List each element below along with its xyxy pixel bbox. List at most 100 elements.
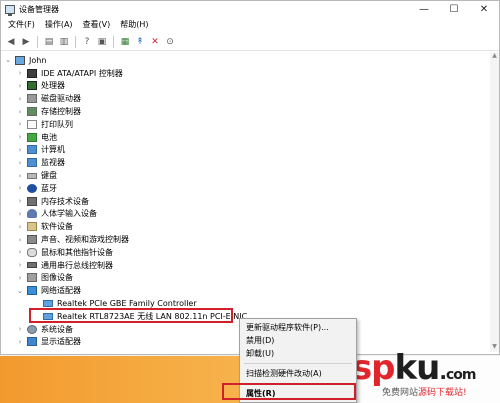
storage-controller-icon — [27, 107, 37, 117]
collapse-chevron-icon[interactable]: ⌄ — [16, 287, 24, 295]
tree-category[interactable]: › 存储控制器 — [0, 105, 488, 118]
computer-category-icon — [27, 145, 37, 155]
toolbar-separator — [113, 35, 114, 48]
tree-category[interactable]: › 监视器 — [0, 156, 488, 169]
expand-chevron-icon[interactable]: › — [16, 261, 24, 269]
keyboard-icon — [27, 172, 37, 179]
tree-category-network[interactable]: ⌄ 网络适配器 — [0, 284, 488, 297]
category-label: 存储控制器 — [41, 107, 81, 117]
scan-hardware-icon[interactable]: ▦ — [119, 36, 131, 48]
expand-chevron-icon[interactable]: › — [16, 197, 24, 205]
print-queue-icon — [27, 119, 37, 129]
tree-category[interactable]: › 磁盘驱动器 — [0, 92, 488, 105]
desktop-background — [0, 356, 240, 403]
tree-category[interactable]: › 打印队列 — [0, 118, 488, 131]
ide-controller-icon — [27, 68, 37, 78]
expand-chevron-icon[interactable]: › — [16, 274, 24, 282]
category-label: 电池 — [41, 132, 57, 142]
expand-chevron-icon[interactable]: › — [16, 133, 24, 141]
tree-category[interactable]: › 电池 — [0, 131, 488, 144]
expand-chevron-icon[interactable]: › — [16, 82, 24, 90]
expand-chevron-icon[interactable]: › — [16, 146, 24, 154]
category-label: 内存技术设备 — [41, 196, 89, 206]
expand-chevron-icon[interactable]: › — [16, 120, 24, 128]
help-icon[interactable]: ? — [81, 36, 93, 48]
tree-category[interactable]: › 内存技术设备 — [0, 195, 488, 208]
tree-category[interactable]: › 计算机 — [0, 144, 488, 157]
menu-help[interactable]: 帮助(H) — [115, 18, 153, 32]
vertical-scrollbar[interactable]: ▲ ▼ — [490, 52, 499, 352]
menu-scan-hardware[interactable]: 扫描检测硬件改动(A) — [240, 367, 356, 380]
expand-chevron-icon[interactable]: › — [16, 223, 24, 231]
expand-chevron-icon[interactable]: › — [16, 184, 24, 192]
category-label: 通用串行总线控制器 — [41, 260, 113, 270]
tree-category[interactable]: › 鼠标和其他指针设备 — [0, 246, 488, 259]
expand-chevron-icon[interactable]: › — [16, 159, 24, 167]
watermark-subtitle: 免费网站源码下载站! — [382, 385, 467, 398]
maximize-button[interactable]: ☐ — [439, 1, 469, 17]
expand-chevron-icon[interactable]: › — [16, 95, 24, 103]
expand-chevron-icon[interactable]: › — [16, 338, 24, 346]
network-card-icon — [43, 300, 53, 308]
toolbar-separator — [37, 35, 38, 48]
properties-icon[interactable]: ▤ — [43, 36, 55, 48]
battery-icon — [27, 132, 37, 142]
update-driver-icon[interactable]: ↟ — [134, 36, 146, 48]
menu-view[interactable]: 查看(V) — [78, 18, 116, 32]
menu-update-driver[interactable]: 更新驱动程序软件(P)... — [240, 321, 356, 334]
category-label: 声音、视频和游戏控制器 — [41, 235, 129, 245]
mouse-icon — [27, 247, 37, 257]
menu-uninstall[interactable]: 卸载(U) — [240, 347, 356, 360]
tree-category[interactable]: › 软件设备 — [0, 220, 488, 233]
watermark-sub-pre: 免费网站 — [382, 388, 419, 398]
toolbar-separator — [75, 35, 76, 48]
close-button[interactable]: ✕ — [469, 1, 499, 17]
category-label: 处理器 — [41, 81, 65, 91]
category-label: IDE ATA/ATAPI 控制器 — [41, 68, 123, 78]
forward-icon[interactable]: ▶ — [20, 36, 32, 48]
category-label: 计算机 — [41, 145, 65, 155]
tree-category[interactable]: › 声音、视频和游戏控制器 — [0, 233, 488, 246]
tree-category[interactable]: › 人体学输入设备 — [0, 208, 488, 221]
window-title: 设备管理器 — [19, 4, 59, 14]
category-label: 图像设备 — [41, 273, 73, 283]
monitor-icon — [27, 158, 37, 168]
category-label: 监视器 — [41, 158, 65, 168]
tree-root[interactable]: ⌄ John — [0, 54, 488, 67]
minimize-button[interactable]: — — [409, 1, 439, 17]
expand-chevron-icon[interactable]: › — [16, 69, 24, 77]
expand-chevron-icon[interactable]: › — [16, 210, 24, 218]
expand-chevron-icon[interactable]: › — [16, 248, 24, 256]
tree-category[interactable]: › 图像设备 — [0, 272, 488, 285]
view-icon[interactable]: ▣ — [96, 36, 108, 48]
collapse-chevron-icon[interactable]: ⌄ — [4, 56, 12, 64]
menu-bar: 文件(F) 操作(A) 查看(V) 帮助(H) — [1, 17, 499, 33]
scroll-up-icon[interactable]: ▲ — [490, 52, 499, 61]
show-hidden-icon[interactable]: ▥ — [58, 36, 70, 48]
menu-file[interactable]: 文件(F) — [3, 18, 40, 32]
tree-category[interactable]: › IDE ATA/ATAPI 控制器 — [0, 67, 488, 80]
category-label: 显示适配器 — [41, 337, 81, 347]
menu-disable[interactable]: 禁用(D) — [240, 334, 356, 347]
download-icon[interactable]: ⊙ — [164, 36, 176, 48]
category-label: 人体学输入设备 — [41, 209, 97, 219]
network-adapter-icon — [27, 286, 37, 296]
expand-chevron-icon[interactable]: › — [16, 325, 24, 333]
uninstall-icon[interactable]: ✕ — [149, 36, 161, 48]
toolbar: ◀ ▶ ▤ ▥ ? ▣ ▦ ↟ ✕ ⊙ — [1, 33, 499, 51]
tree-root-label: John — [29, 55, 47, 65]
tree-category[interactable]: › 处理器 — [0, 80, 488, 93]
back-icon[interactable]: ◀ — [5, 36, 17, 48]
category-label: 蓝牙 — [41, 183, 57, 193]
expand-chevron-icon[interactable]: › — [16, 108, 24, 116]
hid-icon — [27, 209, 37, 219]
expand-chevron-icon[interactable]: › — [16, 236, 24, 244]
tree-category[interactable]: › 通用串行总线控制器 — [0, 259, 488, 272]
menu-action[interactable]: 操作(A) — [40, 18, 78, 32]
tree-category[interactable]: › 键盘 — [0, 169, 488, 182]
device-manager-icon — [5, 4, 15, 16]
expand-chevron-icon[interactable]: › — [16, 172, 24, 180]
tree-category[interactable]: › 蓝牙 — [0, 182, 488, 195]
category-label: 键盘 — [41, 171, 57, 181]
watermark-ku: ku — [394, 348, 441, 388]
